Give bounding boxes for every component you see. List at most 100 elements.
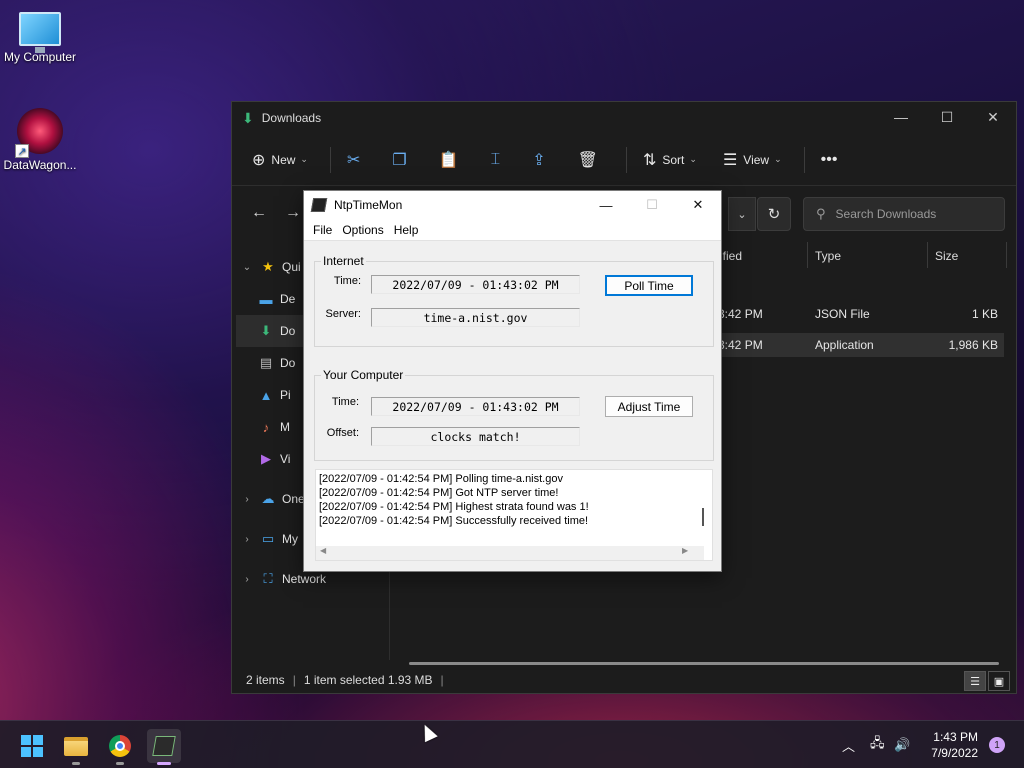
monitor-icon: ▭ — [261, 531, 275, 546]
log-line: [2022/07/09 - 01:42:54 PM] Successfully … — [319, 515, 589, 527]
file-row-selected[interactable]: 3:42 PM Application 1,986 KB — [718, 333, 1004, 357]
column-header-type[interactable]: Type — [815, 242, 841, 270]
sidebar-item-pictures[interactable]: ▲ Pi — [252, 379, 291, 411]
sidebar-item-quick-access[interactable]: ⌄ ★ Qui — [240, 251, 301, 283]
file-date: 3:42 PM — [718, 338, 763, 352]
sort-button[interactable]: ⇅ Sort ⌄ — [633, 142, 707, 178]
chevron-right-icon: › — [245, 493, 249, 505]
cloud-icon: ☁ — [261, 491, 275, 506]
column-divider[interactable] — [1006, 242, 1007, 268]
file-type: Application — [815, 338, 874, 352]
shortcut-arrow-icon: ↗ — [15, 144, 29, 158]
datawagon-icon: ↗ — [15, 108, 63, 158]
close-button[interactable]: ✕ — [970, 102, 1016, 132]
menu-options[interactable]: Options — [337, 223, 388, 237]
explorer-status-bar: 2 items | 1 item selected 1.93 MB | — [232, 667, 1016, 693]
chevron-down-icon: ⌄ — [242, 261, 252, 273]
column-divider[interactable] — [807, 242, 808, 268]
address-dropdown-button[interactable]: ⌄ — [728, 197, 756, 231]
details-view-button[interactable]: ☰ — [964, 671, 986, 691]
log-horizontal-scrollbar[interactable]: ◀ ▶ — [316, 546, 704, 560]
scroll-left-icon[interactable]: ◀ — [320, 546, 326, 555]
desktop-icon-datawagon[interactable]: ↗ DataWagon... — [0, 108, 80, 172]
new-label: New — [271, 152, 296, 167]
desktop-icon: ▬ — [259, 291, 273, 307]
sidebar-item-desktop[interactable]: ▬ De — [252, 283, 296, 315]
horizontal-scrollbar[interactable] — [409, 662, 999, 665]
document-icon: ▤ — [259, 355, 273, 370]
chevron-right-icon: › — [245, 573, 249, 585]
column-header-size[interactable]: Size — [935, 242, 958, 270]
clock-date: 7/9/2022 — [931, 746, 978, 760]
copy-button[interactable]: ❐ — [382, 142, 422, 178]
explorer-title: Downloads — [261, 111, 322, 125]
cut-button[interactable]: ✂ — [337, 142, 376, 178]
menu-file[interactable]: File — [308, 223, 337, 237]
group-label: Internet — [321, 254, 366, 268]
tray-volume[interactable]: 🔊 — [894, 721, 910, 768]
column-divider[interactable] — [927, 242, 928, 268]
start-button[interactable] — [15, 729, 49, 763]
delete-button[interactable]: 🗑 — [568, 142, 614, 178]
minimize-button[interactable]: — — [878, 102, 924, 132]
view-label: View — [743, 152, 770, 167]
desktop-icon-my-computer[interactable]: My Computer — [0, 12, 80, 64]
sort-label: Sort — [662, 152, 685, 167]
refresh-button[interactable]: ↻ — [757, 197, 791, 231]
field-label: Time: — [331, 396, 359, 408]
view-button[interactable]: ☰ View ⌄ — [713, 142, 792, 178]
sort-arrows-icon: ⇅ — [642, 151, 657, 169]
maximize-button: ☐ — [646, 197, 658, 212]
menu-help[interactable]: Help — [389, 223, 424, 237]
tiles-view-button[interactable]: ▣ — [988, 671, 1010, 691]
ntptimemon-app-icon — [310, 198, 328, 212]
new-button[interactable]: ⊕ New ⌄ — [242, 142, 318, 178]
sidebar-item-music[interactable]: ♪ M — [252, 411, 290, 443]
share-button[interactable]: ⇪ — [522, 142, 561, 178]
log-vertical-scrollbar[interactable] — [702, 508, 704, 526]
taskbar-ntptimemon[interactable] — [147, 729, 181, 765]
scroll-right-icon[interactable]: ▶ — [682, 546, 688, 555]
search-input[interactable]: ⚲ Search Downloads — [803, 197, 1005, 231]
poll-time-button[interactable]: Poll Time — [605, 275, 693, 296]
internet-time-field: 2022/07/09 - 01:43:02 PM — [371, 275, 580, 294]
sidebar-item-label: Network — [282, 572, 327, 586]
taskbar: ︿ 🖧 🔊 1:43 PM 7/9/2022 1 — [0, 720, 1024, 768]
rename-button[interactable]: ⌶ — [481, 142, 517, 178]
search-icon: ⚲ — [816, 206, 826, 221]
notification-badge[interactable]: 1 — [989, 737, 1005, 753]
computer-time-field: 2022/07/09 - 01:43:02 PM — [371, 397, 580, 416]
back-arrow-icon[interactable]: ← — [242, 204, 276, 222]
taskbar-chrome[interactable] — [103, 729, 137, 765]
log-box[interactable]: [2022/07/09 - 01:42:54 PM] Polling time-… — [315, 469, 713, 561]
your-computer-group: Your Computer Time: 2022/07/09 - 01:43:0… — [314, 368, 714, 461]
more-options-button[interactable]: ••• — [811, 142, 854, 178]
maximize-button[interactable]: ☐ — [924, 102, 970, 132]
chevron-up-icon: ︿ — [842, 738, 856, 754]
sidebar-item-videos[interactable]: ▶ Vi — [252, 443, 290, 475]
clock-time: 1:43 PM — [933, 730, 978, 744]
paste-button[interactable]: 📋 — [429, 142, 475, 178]
sidebar-item-documents[interactable]: ▤ Do — [252, 347, 296, 379]
chevron-down-icon: ⌄ — [774, 154, 782, 164]
copy-icon: ❐ — [392, 151, 407, 169]
clipboard-icon: 📋 — [438, 151, 459, 169]
star-icon: ★ — [262, 259, 274, 274]
adjust-time-button[interactable]: Adjust Time — [605, 396, 693, 417]
file-row[interactable]: 3:42 PM JSON File 1 KB — [718, 302, 1004, 326]
ntptimemon-app-icon — [152, 736, 176, 756]
tray-network[interactable]: 🖧 — [870, 721, 885, 768]
ntptimemon-window: NtpTimeMon — ☐ ✕ File Options Help Inter… — [303, 190, 722, 572]
sidebar-item-onedrive[interactable]: › ☁ One — [240, 483, 304, 515]
view-toggle: ☰ ▣ — [962, 671, 1010, 691]
sidebar-item-label: Do — [280, 324, 296, 338]
taskbar-clock[interactable]: 1:43 PM 7/9/2022 — [931, 729, 978, 761]
field-label: Offset: — [326, 427, 359, 439]
close-button[interactable]: ✕ — [675, 191, 721, 219]
column-header-date-modified[interactable]: ified — [720, 242, 742, 270]
taskbar-file-explorer[interactable] — [59, 729, 93, 765]
minimize-button[interactable]: — — [583, 191, 629, 219]
sidebar-item-this-pc[interactable]: › ▭ My — [240, 523, 298, 555]
tray-overflow-button[interactable]: ︿ — [842, 721, 855, 768]
column-header-label: ified — [720, 249, 743, 263]
